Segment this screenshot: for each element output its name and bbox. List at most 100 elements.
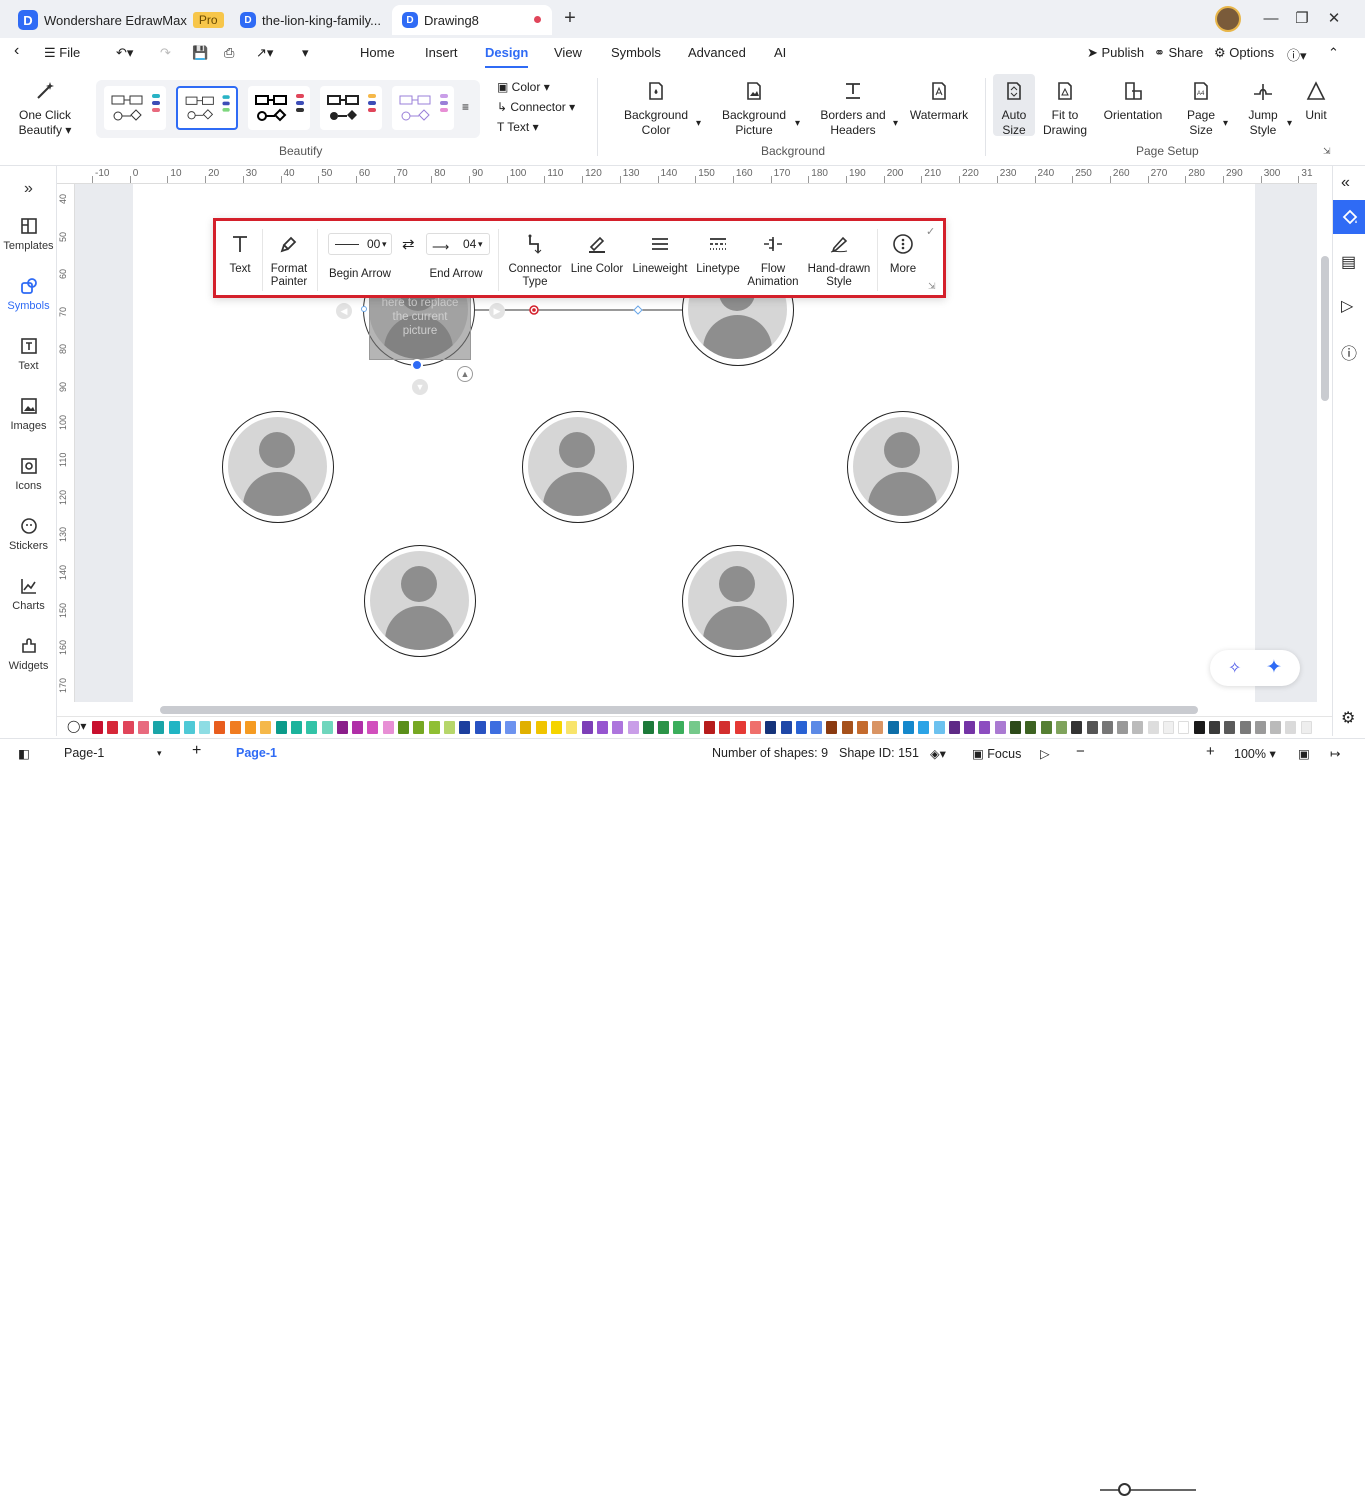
ai-sparkle-icon[interactable]: ✦ <box>1266 656 1282 679</box>
save-icon[interactable]: 💾 <box>192 45 208 61</box>
color-swatch[interactable] <box>1071 721 1083 734</box>
avatar-shape[interactable] <box>847 411 959 523</box>
menu-ai[interactable]: AI <box>774 45 786 60</box>
swap-arrows-icon[interactable]: ⇄ <box>402 235 415 253</box>
color-swatch[interactable] <box>275 721 287 734</box>
back-icon[interactable]: ‹ <box>14 42 19 60</box>
background-picture-button[interactable]: Background Picture <box>716 80 792 138</box>
restore-icon[interactable]: ❐ <box>1290 8 1314 28</box>
collapse-ribbon-icon[interactable]: ⌃ <box>1328 45 1339 61</box>
auto-size-button[interactable]: Auto Size <box>993 74 1035 137</box>
zoom-level[interactable]: 100% ▾ <box>1234 746 1276 761</box>
sidebar-item-stickers[interactable]: Stickers <box>0 516 57 552</box>
fit-to-drawing-button[interactable]: Fit to Drawing <box>1038 80 1092 138</box>
beautify-style-4[interactable] <box>320 86 382 130</box>
file-menu[interactable]: ☰ File <box>44 45 80 61</box>
color-swatch[interactable] <box>780 721 792 734</box>
color-swatch[interactable] <box>474 721 486 734</box>
color-swatch[interactable] <box>719 721 731 734</box>
page-size-button[interactable]: A4 Page Size <box>1180 80 1222 138</box>
flow-animation-button[interactable]: Flow Animation <box>744 233 802 289</box>
help-icon[interactable]: ⓘ▾ <box>1287 45 1307 64</box>
beautify-style-1[interactable] <box>104 86 166 130</box>
color-swatch[interactable] <box>1025 721 1037 734</box>
beautify-style-5[interactable] <box>392 86 454 130</box>
color-swatch[interactable] <box>1285 721 1297 734</box>
ai-brush-icon[interactable]: ✧ <box>1228 658 1241 678</box>
sidebar-item-icons[interactable]: Icons <box>0 456 57 492</box>
sidebar-item-text[interactable]: Text <box>0 336 57 372</box>
color-swatch[interactable] <box>122 721 134 734</box>
color-swatch[interactable] <box>489 721 501 734</box>
chevron-down-icon[interactable]: ▾ <box>157 748 162 759</box>
linetype-button[interactable]: Linetype <box>694 233 742 276</box>
new-tab-button[interactable]: + <box>558 7 582 29</box>
color-swatch[interactable] <box>1132 721 1144 734</box>
settings-gear-icon[interactable]: ⚙ <box>1341 708 1355 728</box>
pin-icon[interactable]: ✓ <box>926 225 935 238</box>
share-button[interactable]: ⚭ Share <box>1154 45 1203 61</box>
page-select[interactable]: Page-1 <box>64 746 104 760</box>
quick-add-down-icon[interactable]: ▼ <box>412 379 428 395</box>
end-arrow-select[interactable]: ⟶ 04 ▾ <box>426 233 490 255</box>
gallery-expand-icon[interactable]: ≡ <box>462 100 469 114</box>
color-swatch[interactable] <box>933 721 945 734</box>
page-panel-icon[interactable]: ▤ <box>1341 252 1356 272</box>
redo-icon[interactable]: ↷ <box>160 45 171 61</box>
color-swatch[interactable] <box>795 721 807 734</box>
color-swatch[interactable] <box>1147 721 1159 734</box>
color-swatch[interactable] <box>260 721 272 734</box>
chevron-down-icon[interactable]: ▾ <box>893 118 898 129</box>
color-swatch[interactable] <box>1193 721 1205 734</box>
color-dropdown[interactable]: ▣ Color ▾ <box>497 80 550 95</box>
connector-type-button[interactable]: Connector Type <box>504 233 566 289</box>
quick-action-icon[interactable]: ▲ <box>457 366 473 382</box>
orientation-button[interactable]: Orientation <box>1100 80 1166 123</box>
zoom-in-icon[interactable]: + <box>1206 743 1215 760</box>
color-swatch[interactable] <box>1178 721 1190 734</box>
color-swatch[interactable] <box>948 721 960 734</box>
color-swatch[interactable] <box>153 721 165 734</box>
color-swatch[interactable] <box>1254 721 1266 734</box>
text-button[interactable]: Text <box>224 233 256 276</box>
beautify-style-2[interactable] <box>176 86 238 130</box>
help-circle-icon[interactable]: ⓘ <box>1341 340 1357 364</box>
color-swatch[interactable] <box>918 721 930 734</box>
color-swatch[interactable] <box>887 721 899 734</box>
color-swatch[interactable] <box>581 721 593 734</box>
color-swatch[interactable] <box>1055 721 1067 734</box>
chevron-down-icon[interactable]: ▾ <box>696 118 701 129</box>
color-swatch[interactable] <box>382 721 394 734</box>
color-swatch[interactable] <box>352 721 364 734</box>
more-button[interactable]: More <box>884 233 922 276</box>
background-color-button[interactable]: Background Color <box>616 80 696 138</box>
vertical-scrollbar[interactable] <box>1321 256 1329 401</box>
color-swatch[interactable] <box>1040 721 1052 734</box>
color-swatch[interactable] <box>1270 721 1282 734</box>
chevron-down-icon[interactable]: ▾ <box>1223 118 1228 129</box>
lineweight-button[interactable]: Lineweight <box>628 233 692 276</box>
color-swatch[interactable] <box>92 721 103 734</box>
color-swatch[interactable] <box>336 721 348 734</box>
export-icon[interactable]: ↗▾ <box>256 45 273 61</box>
borders-headers-button[interactable]: Borders and Headers <box>815 80 891 138</box>
quick-add-right-icon[interactable]: ▶ <box>489 303 505 319</box>
tab-drawing8[interactable]: D Drawing8 <box>392 5 552 35</box>
color-swatch[interactable] <box>551 721 562 734</box>
connector-dropdown[interactable]: ↳ Connector ▾ <box>497 100 575 115</box>
color-swatch[interactable] <box>688 721 700 734</box>
color-swatch[interactable] <box>183 721 195 734</box>
close-icon[interactable]: ✕ <box>1322 8 1346 28</box>
color-swatch[interactable] <box>1010 721 1021 734</box>
color-swatch[interactable] <box>413 721 425 734</box>
color-swatch[interactable] <box>596 721 608 734</box>
color-swatch[interactable] <box>1117 721 1129 734</box>
text-dropdown[interactable]: T Text ▾ <box>497 120 539 135</box>
menu-view[interactable]: View <box>554 45 582 60</box>
zoom-slider-track[interactable] <box>1100 1489 1196 1491</box>
expand-sidebar-icon[interactable]: » <box>0 180 57 198</box>
color-swatch[interactable] <box>505 721 517 734</box>
color-swatch[interactable] <box>1101 721 1113 734</box>
color-swatch[interactable] <box>811 721 823 734</box>
color-swatch[interactable] <box>137 721 149 734</box>
